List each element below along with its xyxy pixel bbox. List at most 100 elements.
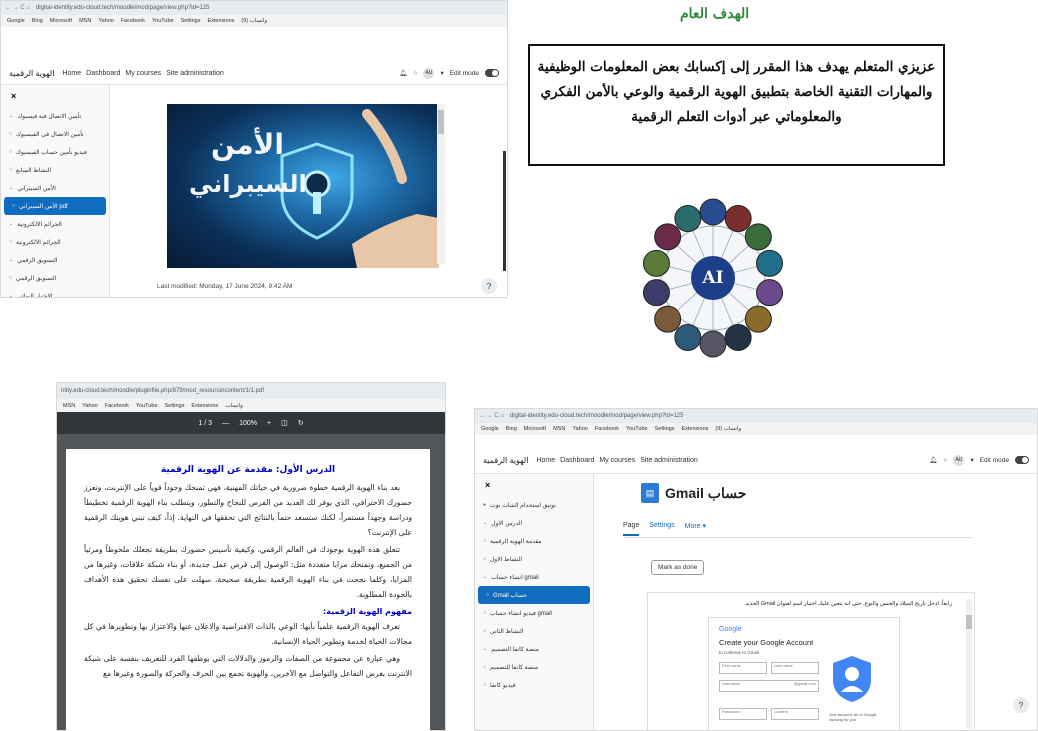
bookmark-item[interactable]: Microsoft (50, 18, 72, 24)
bookmark-item[interactable]: Microsoft (524, 426, 546, 432)
site-brand[interactable]: الهوية الرقمية (1, 69, 62, 78)
scrollbar[interactable] (437, 104, 445, 264)
avatar[interactable]: AU (953, 454, 965, 466)
bookmark-item[interactable]: Yahoo (572, 426, 588, 432)
page-indicator[interactable]: 1 / 3 (198, 420, 212, 427)
course-index-item[interactable]: الأمن السيبراني ⌄ (1, 179, 109, 197)
course-index-item[interactable]: حساب Gmail ○ (478, 586, 590, 604)
edit-mode-toggle[interactable] (485, 69, 499, 77)
bookmark-item[interactable]: Facebook (121, 18, 145, 24)
course-index-item[interactable]: النشاط الثاني ○ (475, 622, 593, 640)
username-field[interactable]: Username @gmail.com (719, 680, 819, 692)
chevron-down-icon[interactable]: ▾ (440, 69, 443, 77)
course-index-item[interactable]: توثيق استخدام الشات بوت ● (475, 496, 593, 514)
bookmark-item[interactable]: واتساب (9) (241, 18, 267, 24)
bookmark-item[interactable]: MSN (79, 18, 91, 24)
course-index-item[interactable]: النشاط الاول ○ (475, 550, 593, 568)
course-index-item[interactable]: فيديو تأمين حساب الفيسبوك ○ (1, 143, 109, 161)
nav-link[interactable]: Home (62, 70, 81, 77)
bookmark-item[interactable]: Bing (506, 426, 517, 432)
course-index-item[interactable]: النشاط السابع ○ (1, 161, 109, 179)
course-index-item[interactable]: التسويق الرقمي ⌄ (1, 251, 109, 269)
avatar[interactable]: AU (423, 67, 435, 79)
bookmark-item[interactable]: YouTube (626, 426, 648, 432)
bookmark-item[interactable]: Extensions (207, 18, 234, 24)
embed-scrollbar[interactable] (966, 599, 972, 729)
course-index-item[interactable]: منصة كانفا التصميم ⌄ (475, 640, 593, 658)
tab-page[interactable]: Page (623, 522, 640, 536)
help-button[interactable]: ? (1013, 697, 1029, 713)
chevron-down-icon[interactable]: ▾ (970, 456, 973, 464)
nav-link[interactable]: Site administration (640, 457, 698, 464)
chat-icon[interactable]: ○ (944, 457, 948, 464)
bookmark-item[interactable]: Yahoo (82, 403, 98, 409)
nav-link[interactable]: My courses (125, 70, 161, 77)
nav-link[interactable]: My courses (599, 457, 635, 464)
course-index-item[interactable]: الاختبار النهائي ⌄ (1, 287, 109, 297)
course-index-item[interactable]: الجرائم الالكترونية ○ (1, 233, 109, 251)
course-index-item[interactable]: مقدمة الهوية الرقمية ○ (475, 532, 593, 550)
nav-link[interactable]: Site administration (166, 70, 224, 77)
page-tabs: Page Settings More ▾ (623, 522, 706, 536)
bookmark-item[interactable]: Google (481, 426, 499, 432)
zoom-level[interactable]: 100% (239, 420, 257, 427)
bookmark-item[interactable]: Settings (655, 426, 675, 432)
page-scrollbar[interactable] (503, 151, 506, 271)
tab-more[interactable]: More ▾ (685, 522, 706, 536)
course-index-item[interactable]: تأمين الاتصال في الفيسبوك ○ (1, 125, 109, 143)
close-icon[interactable]: × (475, 474, 593, 496)
bookmark-item[interactable]: YouTube (136, 403, 158, 409)
course-index-item[interactable]: gmail فيديو انشاء حساب ○ (475, 604, 593, 622)
edit-mode-toggle[interactable] (1015, 456, 1029, 464)
course-index-item[interactable]: gmail انشاء حساب ⌄ (475, 568, 593, 586)
pdf-address-bar[interactable]: ntity.edu-cloud.tech/moodle/pluginfile.p… (57, 383, 445, 399)
course-index-item[interactable]: منصة كانفا للتصميم ○ (475, 658, 593, 676)
bookmark-item[interactable]: Google (7, 18, 25, 24)
bookmark-item[interactable]: MSN (553, 426, 565, 432)
last-name-field[interactable]: Last name (771, 662, 819, 674)
course-index-item[interactable]: pdf الأمن السيبراني ○ (4, 197, 106, 215)
gmail-address-bar[interactable]: ← → C ⌂ digital-identity.edu-cloud.tech/… (475, 409, 1037, 423)
bookmark-item[interactable]: YouTube (152, 18, 174, 24)
course-index-item[interactable]: الدرس الاول ⌄ (475, 514, 593, 532)
mark-as-done-button[interactable]: Mark as done (651, 560, 705, 575)
nav-link[interactable]: Home (536, 457, 555, 464)
browser-nav-icons[interactable]: ← → C ⌂ (5, 5, 30, 11)
bookmark-item[interactable]: Extensions (681, 426, 708, 432)
course-index-item[interactable]: فيديو كانفا ○ (475, 676, 593, 694)
close-icon[interactable]: × (1, 85, 109, 107)
tab-settings[interactable]: Settings (649, 522, 674, 536)
pdf-url-text[interactable]: ntity.edu-cloud.tech/moodle/pluginfile.p… (61, 388, 264, 394)
site-brand[interactable]: الهوية الرقمية (475, 456, 536, 465)
help-button[interactable]: ? (481, 278, 497, 294)
nav-link[interactable]: Dashboard (560, 457, 594, 464)
zoom-out-button[interactable]: — (222, 420, 229, 427)
bookmark-item[interactable]: Facebook (105, 403, 129, 409)
course-index-item[interactable]: تأمين الاتصال فيه فيسبوك ⌄ (1, 107, 109, 125)
confirm-field[interactable]: Confirm (771, 708, 819, 720)
bookmark-item[interactable]: MSN (63, 403, 75, 409)
address-bar[interactable]: ← → C ⌂ digital-identity.edu-cloud.tech/… (1, 1, 507, 15)
bookmark-item[interactable]: واتساب (225, 403, 242, 409)
password-field[interactable]: Password (719, 708, 767, 720)
chat-icon[interactable]: ○ (414, 70, 418, 77)
bookmark-item[interactable]: Settings (165, 403, 185, 409)
bookmark-item[interactable]: Yahoo (98, 18, 114, 24)
browser-nav-icons[interactable]: ← → C ⌂ (479, 413, 504, 419)
bookmark-item[interactable]: Facebook (595, 426, 619, 432)
url-text[interactable]: digital-identity.edu-cloud.tech/moodle/m… (36, 5, 210, 11)
course-index-item[interactable]: التسويق الرقمي ○ (1, 269, 109, 287)
bookmark-item[interactable]: واتساب (9) (715, 426, 741, 432)
rotate-icon[interactable]: ↻ (298, 419, 304, 427)
gmail-url-text[interactable]: digital-identity.edu-cloud.tech/moodle/m… (510, 413, 684, 419)
zoom-in-button[interactable]: + (267, 420, 271, 427)
bell-icon[interactable]: 🔔︎ (929, 456, 937, 464)
course-index-item[interactable]: الجرائم الالكترونية ⌄ (1, 215, 109, 233)
bell-icon[interactable]: 🔔︎ (399, 69, 407, 77)
first-name-field[interactable]: First name (719, 662, 767, 674)
bookmark-item[interactable]: Extensions (191, 403, 218, 409)
bookmark-item[interactable]: Bing (32, 18, 43, 24)
fit-page-icon[interactable]: ◫ (281, 419, 288, 427)
nav-link[interactable]: Dashboard (86, 70, 120, 77)
bookmark-item[interactable]: Settings (181, 18, 201, 24)
